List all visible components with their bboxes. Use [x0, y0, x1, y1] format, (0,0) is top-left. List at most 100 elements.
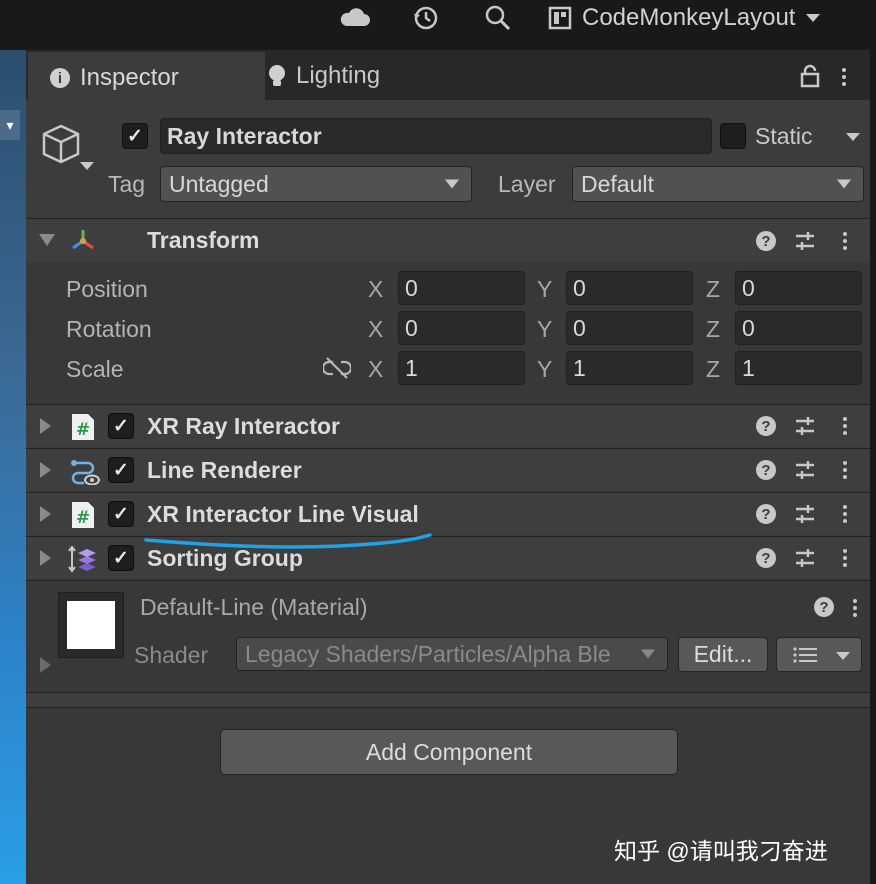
axis-y-label: Y [537, 276, 553, 302]
scene-dropdown-arrow[interactable]: ▾ [0, 110, 20, 140]
component-name: Line Renderer [147, 457, 302, 483]
unlinked-scale-icon[interactable] [323, 356, 351, 380]
component-menu-icon[interactable] [843, 503, 849, 526]
history-icon[interactable] [412, 4, 440, 32]
layout-label: CodeMonkeyLayout [582, 4, 796, 31]
position-z-field[interactable]: 0 [735, 271, 862, 305]
static-checkbox[interactable] [720, 123, 746, 149]
search-icon[interactable] [484, 4, 512, 32]
help-icon[interactable]: ? [756, 548, 776, 568]
material-name: Default-Line (Material) [140, 594, 368, 620]
scale-z-field[interactable]: 1 [735, 351, 862, 385]
position-z-value: 0 [742, 274, 755, 301]
collapsed-arrow-icon [40, 418, 51, 434]
tab-lighting[interactable]: Lighting [246, 52, 468, 100]
help-icon[interactable]: ? [814, 597, 834, 617]
svg-text:#: # [76, 508, 90, 528]
presets-icon[interactable] [794, 459, 816, 481]
scale-y-value: 1 [573, 354, 586, 381]
component-enabled-checkbox[interactable]: ✓ [108, 545, 134, 571]
scale-x-value: 1 [405, 354, 418, 381]
watermark: 知乎 @请叫我刁奋进 [614, 838, 828, 864]
position-x-field[interactable]: 0 [398, 271, 525, 305]
bulb-icon [269, 65, 285, 86]
layer-value: Default [581, 170, 654, 197]
script-icon: # [72, 502, 94, 528]
shader-options-dropdown[interactable] [776, 637, 862, 672]
gameobject-name-input[interactable]: Ray Interactor [160, 118, 712, 154]
help-icon[interactable]: ? [756, 231, 776, 251]
edit-shader-button[interactable]: Edit... [678, 637, 768, 672]
chevron-down-icon [806, 14, 821, 22]
component-header-transform[interactable]: Transform ? [26, 218, 870, 262]
gameobject-cube-icon[interactable] [40, 122, 96, 174]
component-header-line-renderer[interactable]: ✓ Line Renderer ? [26, 448, 870, 491]
axis-y-label: Y [537, 316, 553, 342]
presets-icon[interactable] [794, 503, 816, 525]
scale-y-field[interactable]: 1 [566, 351, 693, 385]
tag-label: Tag [108, 171, 146, 197]
layer-label: Layer [498, 171, 556, 197]
presets-icon[interactable] [794, 230, 816, 252]
expanded-arrow-icon [39, 234, 55, 246]
tab-label: Inspector [80, 64, 179, 91]
rotation-y-value: 0 [573, 314, 586, 341]
presets-icon[interactable] [794, 415, 816, 437]
position-y-value: 0 [573, 274, 586, 301]
tab-label: Lighting [296, 62, 381, 89]
position-x-value: 0 [405, 274, 418, 301]
component-name: XR Ray Interactor [147, 413, 341, 439]
component-header-xr-ray-interactor[interactable]: # ✓ XR Ray Interactor ? [26, 404, 870, 447]
help-icon[interactable]: ? [756, 416, 776, 436]
help-icon[interactable]: ? [756, 460, 776, 480]
material-preview-frame[interactable] [58, 592, 124, 658]
rotation-label: Rotation [66, 316, 152, 342]
component-menu-icon[interactable] [843, 230, 849, 253]
rotation-x-field[interactable]: 0 [398, 311, 525, 345]
position-label: Position [66, 276, 148, 302]
rotation-z-value: 0 [742, 314, 755, 341]
chevron-down-icon [445, 179, 459, 189]
scale-x-field[interactable]: 1 [398, 351, 525, 385]
script-icon: # [72, 414, 94, 440]
collapsed-arrow-icon [40, 462, 51, 478]
layout-icon [548, 6, 572, 30]
shader-dropdown[interactable]: Legacy Shaders/Particles/Alpha Ble [236, 637, 668, 671]
gameobject-name: Ray Interactor [167, 122, 322, 149]
layer-dropdown[interactable]: Default [572, 166, 864, 202]
active-checkbox[interactable]: ✓ [122, 123, 148, 149]
cloud-icon[interactable] [340, 6, 370, 28]
tab-menu-icon[interactable] [842, 66, 848, 89]
add-component-label: Add Component [365, 738, 533, 765]
tab-inspector[interactable]: i Inspector [28, 52, 265, 102]
material-menu-icon[interactable] [853, 597, 859, 620]
add-component-button[interactable]: Add Component [220, 729, 678, 775]
component-header-xr-interactor-line-visual[interactable]: # ✓ XR Interactor Line Visual ? [26, 492, 870, 535]
static-dropdown-icon[interactable] [845, 131, 861, 143]
rotation-y-field[interactable]: 0 [566, 311, 693, 345]
component-menu-icon[interactable] [843, 547, 849, 570]
layout-dropdown[interactable]: CodeMonkeyLayout [548, 0, 821, 36]
rotation-z-field[interactable]: 0 [735, 311, 862, 345]
lock-icon[interactable] [800, 64, 820, 88]
component-enabled-checkbox[interactable]: ✓ [108, 413, 134, 439]
transform-icon [72, 230, 94, 250]
tag-value: Untagged [169, 170, 269, 197]
edit-button-label: Edit... [693, 641, 753, 667]
position-y-field[interactable]: 0 [566, 271, 693, 305]
component-enabled-checkbox[interactable]: ✓ [108, 501, 134, 527]
tag-dropdown[interactable]: Untagged [160, 166, 472, 202]
axis-z-label: Z [706, 276, 721, 302]
component-menu-icon[interactable] [843, 415, 849, 438]
help-icon[interactable]: ? [756, 504, 776, 524]
chevron-down-icon [641, 649, 655, 659]
material-preview [67, 601, 115, 649]
component-enabled-checkbox[interactable]: ✓ [108, 457, 134, 483]
info-icon: i [50, 68, 70, 88]
collapsed-arrow-icon [40, 506, 51, 522]
collapsed-arrow-icon[interactable] [40, 657, 51, 673]
annotation-underline [144, 533, 432, 549]
presets-icon[interactable] [794, 547, 816, 569]
axis-y-label: Y [537, 356, 553, 382]
component-menu-icon[interactable] [843, 459, 849, 482]
